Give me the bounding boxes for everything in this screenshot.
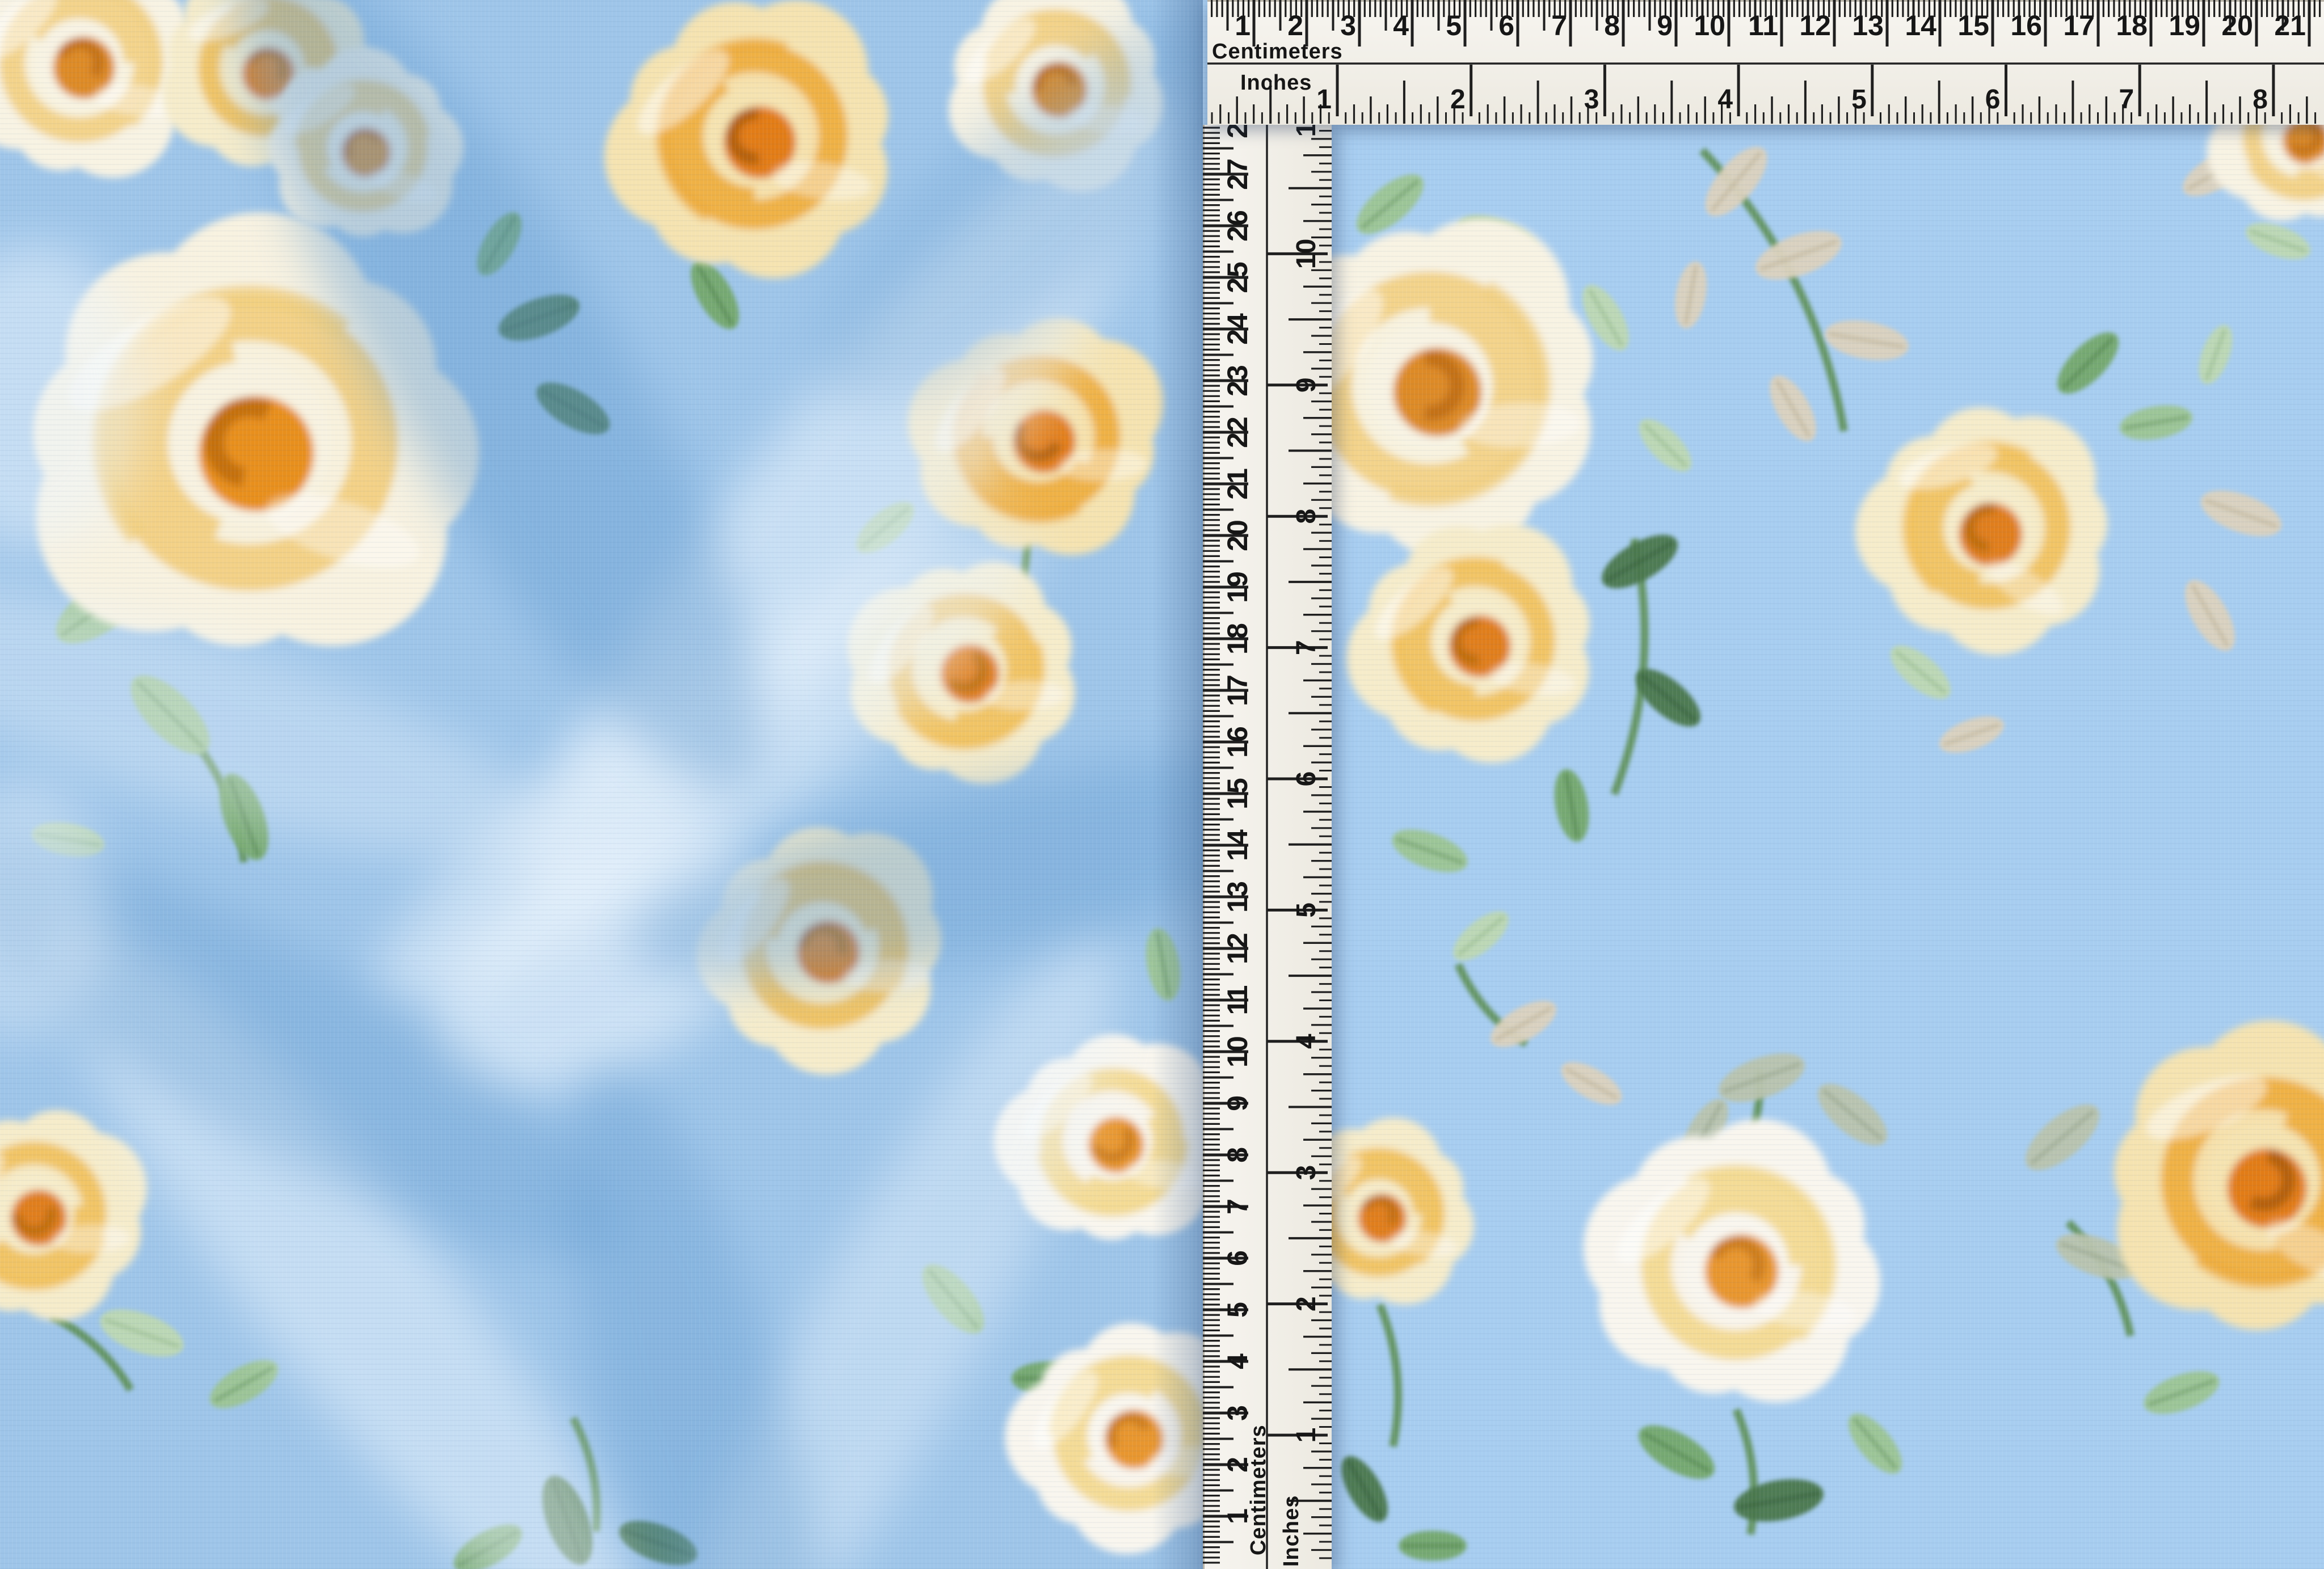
inch-tick-number: 7 [2119, 85, 2134, 115]
cm-tick-number: 5 [1446, 10, 1462, 41]
vertical-ruler-inches-label: Inches [1279, 1495, 1303, 1567]
cm-tick-number: 28 [1222, 125, 1253, 138]
inch-tick-number: 2 [1291, 1296, 1321, 1311]
inch-tick-number: 4 [1717, 85, 1733, 115]
cm-tick-number: 16 [1222, 726, 1253, 758]
inch-tick-number: 6 [1291, 771, 1321, 787]
cm-tick-number: 17 [2063, 10, 2095, 41]
swirled-fabric-panel [0, 0, 1203, 1569]
cm-tick-number: 10 [1694, 10, 1725, 41]
cm-tick-number: 1 [1235, 10, 1251, 41]
inch-tick-number: 8 [2253, 85, 2268, 115]
inch-tick-number: 3 [1584, 85, 1599, 115]
cm-tick-number: 11 [1222, 985, 1253, 1015]
cm-tick-number: 5 [1222, 1302, 1253, 1318]
cm-tick-number: 20 [2221, 10, 2253, 41]
cm-tick-number: 8 [1604, 10, 1620, 41]
inch-tick-number: 3 [1291, 1165, 1321, 1180]
cm-tick-number: 25 [1222, 262, 1253, 293]
cm-tick-number: 14 [1905, 10, 1936, 41]
cm-tick-number: 6 [1498, 10, 1514, 41]
fabric-sample-photo: 1234567891011121314151617181920212223242… [0, 0, 2324, 1569]
inch-tick-number: 9 [1291, 377, 1321, 393]
inch-tick-number: 1 [1291, 1428, 1321, 1443]
cm-tick-number: 22 [1222, 416, 1253, 448]
vertical-ruler-edge [1203, 125, 1205, 1569]
cm-tick-number: 15 [1222, 778, 1253, 809]
cm-tick-number: 13 [1852, 10, 1884, 41]
vertical-ruler-centimeters-label: Centimeters [1247, 1424, 1270, 1555]
inch-tick-number: 8 [1291, 509, 1321, 524]
leaf [1399, 1531, 1467, 1561]
cm-tick-number: 27 [1222, 158, 1253, 190]
horizontal-ruler-inches-label: Inches [1240, 71, 1312, 95]
cm-tick-number: 18 [1222, 623, 1253, 655]
cm-tick-number: 13 [1222, 881, 1253, 913]
inch-tick-number: 2 [1450, 85, 1466, 115]
cm-tick-number: 21 [1222, 468, 1253, 500]
cm-tick-number: 8 [1222, 1147, 1253, 1163]
seam-shadow [1152, 0, 1203, 1569]
cm-tick-number: 24 [1222, 313, 1253, 345]
cm-tick-number: 7 [1551, 10, 1567, 41]
cm-tick-number: 19 [1222, 571, 1253, 603]
cm-tick-number: 16 [2010, 10, 2042, 41]
inch-tick-number: 10 [1291, 239, 1321, 269]
cm-tick-number: 9 [1222, 1095, 1253, 1111]
inch-tick-number: 4 [1291, 1034, 1321, 1049]
cm-tick-number: 20 [1222, 520, 1253, 551]
cm-tick-number: 4 [1222, 1353, 1253, 1369]
cm-tick-number: 6 [1222, 1250, 1253, 1266]
cm-tick-number: 10 [1222, 1036, 1253, 1068]
horizontal-ruler-centimeters-label: Centimeters [1212, 40, 1343, 64]
cm-tick-number: 17 [1222, 674, 1253, 706]
inch-tick-number: 11 [1291, 125, 1321, 137]
cm-tick-number: 18 [2116, 10, 2148, 41]
cm-tick-number: 26 [1222, 210, 1253, 242]
inch-tick-number: 7 [1291, 640, 1321, 655]
cm-tick-number: 4 [1393, 10, 1409, 41]
inch-tick-number: 5 [1851, 85, 1867, 115]
vertical-ruler: 1234567891011121314151617181920212223242… [1203, 125, 1332, 1569]
inch-tick-number: 5 [1291, 902, 1321, 918]
cm-tick-number: 12 [1799, 10, 1831, 41]
inch-tick-number: 6 [1985, 85, 2001, 115]
cm-tick-number: 14 [1222, 829, 1253, 861]
cm-tick-number: 3 [1340, 10, 1356, 41]
inch-tick-number: 1 [1316, 85, 1332, 115]
cm-tick-number: 19 [2169, 10, 2200, 41]
cm-tick-number: 2 [1287, 10, 1303, 41]
cm-tick-number: 3 [1222, 1405, 1253, 1421]
cm-tick-number: 7 [1222, 1199, 1253, 1214]
flat-fabric-panel [1203, 0, 2324, 1569]
cm-tick-number: 15 [1957, 10, 1989, 41]
cm-tick-number: 11 [1748, 10, 1778, 41]
horizontal-ruler: 1234567891011121314151617181920211234567… [1207, 0, 2324, 125]
cm-tick-number: 9 [1657, 10, 1673, 41]
cm-tick-number: 21 [2274, 10, 2306, 41]
cm-tick-number: 23 [1222, 365, 1253, 397]
cm-tick-number: 12 [1222, 933, 1253, 964]
